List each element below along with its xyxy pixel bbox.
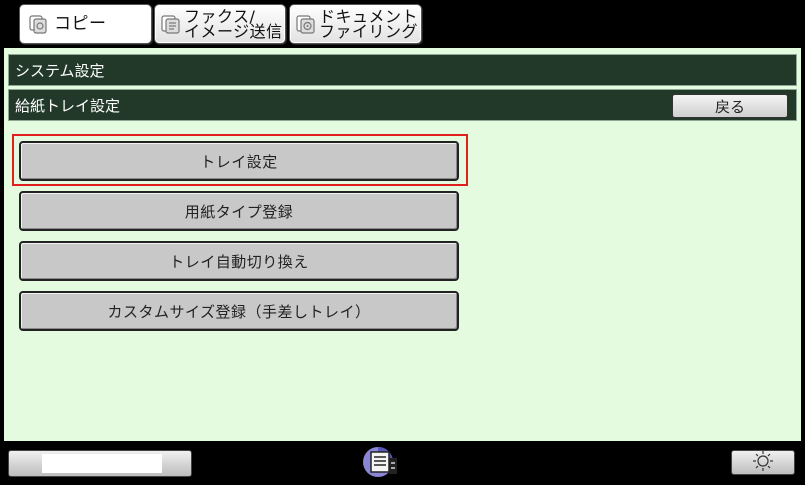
section-header: システム設定 bbox=[8, 54, 797, 86]
section-title: システム設定 bbox=[15, 61, 105, 80]
tab-document-filing[interactable]: ドキュメント ファイリング bbox=[289, 4, 422, 44]
tab-fax-image-send[interactable]: ファクス/ イメージ送信 bbox=[154, 4, 286, 44]
fax-image-send-icon bbox=[160, 13, 182, 35]
back-button[interactable]: 戻る bbox=[672, 94, 788, 118]
tab-document-label: ドキュメント ファイリング bbox=[319, 9, 419, 41]
auto-tray-switching-button[interactable]: トレイ自動切り換え bbox=[19, 241, 459, 281]
page-title: 給紙トレイ設定 bbox=[15, 96, 121, 115]
brightness-sun-icon bbox=[752, 450, 774, 475]
document-filing-icon bbox=[295, 13, 317, 35]
page-header: 給紙トレイ設定 戻る bbox=[8, 89, 797, 121]
paper-type-registration-button[interactable]: 用紙タイプ登録 bbox=[19, 191, 459, 231]
copy-icon bbox=[27, 13, 49, 35]
brightness-button[interactable] bbox=[731, 450, 795, 475]
tab-document-label-line2: ファイリング bbox=[319, 22, 419, 41]
machine-status-icon[interactable] bbox=[361, 444, 403, 480]
tray-settings-button[interactable]: トレイ設定 bbox=[19, 141, 459, 181]
job-status-button[interactable] bbox=[8, 450, 192, 477]
tab-fax-label: ファクス/ イメージ送信 bbox=[184, 9, 283, 41]
tab-fax-label-line2: イメージ送信 bbox=[184, 22, 283, 41]
job-status-display bbox=[42, 454, 162, 473]
tab-copy[interactable]: コピー bbox=[19, 4, 152, 44]
tab-copy-label: コピー bbox=[54, 13, 107, 34]
custom-size-registration-button[interactable]: カスタムサイズ登録（手差しトレイ） bbox=[19, 291, 459, 331]
